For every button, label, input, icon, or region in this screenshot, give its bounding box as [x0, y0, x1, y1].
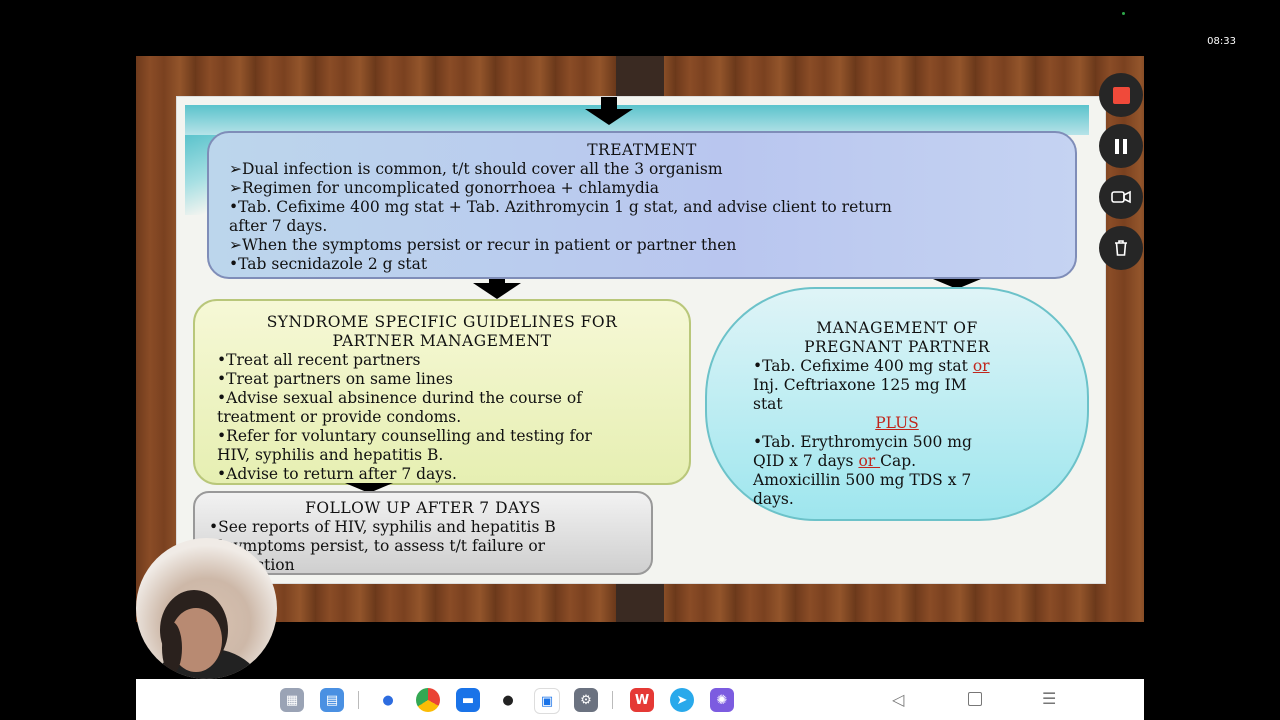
files-icon[interactable]: ▤	[320, 688, 344, 712]
followup-line: reinfection	[209, 556, 637, 575]
home-icon[interactable]	[968, 692, 982, 706]
treatment-line: ➢Dual infection is common, t/t should co…	[229, 160, 723, 178]
apps-grid-icon[interactable]: ▦	[280, 688, 304, 712]
wps-office-icon[interactable]: W	[630, 688, 654, 712]
treatment-line: after 7 days.	[229, 217, 328, 235]
syndrome-line: treatment or provide condoms.	[217, 408, 462, 426]
syndrome-title: PARTNER MANAGEMENT	[332, 332, 552, 350]
treatment-box: TREATMENT ➢Dual infection is common, t/t…	[207, 131, 1077, 279]
followup-title: FOLLOW UP AFTER 7 DAYS	[305, 499, 541, 517]
presenter-face	[150, 590, 262, 679]
pause-button[interactable]	[1099, 124, 1143, 168]
treatment-line: ➢When the symptoms persist or recur in p…	[229, 236, 737, 254]
presentation-slide: TREATMENT ➢Dual infection is common, t/t…	[176, 96, 1106, 584]
app-star-icon[interactable]: ✺	[710, 688, 734, 712]
plus-text: PLUS	[875, 414, 919, 432]
or-text: or	[858, 452, 881, 470]
arrow-top	[585, 109, 633, 125]
pregnant-line: days.	[753, 490, 794, 508]
syndrome-title: SYNDROME SPECIFIC GUIDELINES FOR	[266, 313, 618, 331]
menu-icon[interactable]: ☰	[1042, 689, 1056, 708]
delete-button[interactable]	[1099, 226, 1143, 270]
status-indicator-dot	[1122, 12, 1125, 15]
pregnant-line: QID x 7 days or Cap.	[753, 452, 917, 470]
post-bottom	[616, 578, 664, 622]
taskbar: ▦ ▤ ● ▬ ● ▣ ⚙ W ➤ ✺ ◁ ☰	[136, 679, 1144, 720]
treatment-title: TREATMENT	[587, 141, 697, 159]
arrow-stem-top	[601, 97, 617, 109]
syndrome-line: •Treat all recent partners	[217, 351, 421, 369]
chrome-icon[interactable]	[416, 688, 440, 712]
camera-switch-icon	[1111, 190, 1131, 204]
clock: 08:33	[1207, 36, 1236, 47]
telegram-icon[interactable]: ➤	[670, 688, 694, 712]
pregnant-line: Amoxicillin 500 mg TDS x 7	[753, 471, 972, 489]
arrow-left	[473, 283, 521, 299]
followup-line: •See reports of HIV, syphilis and hepati…	[209, 518, 556, 536]
treatment-line: ➢Regimen for uncomplicated gonorrhoea + …	[229, 179, 659, 197]
webcam-overlay[interactable]	[136, 538, 277, 679]
gallery-icon[interactable]: ▬	[456, 688, 480, 712]
syndrome-line: •Advise sexual absinence durind the cour…	[217, 389, 582, 407]
syndrome-line: HIV, syphilis and hepatitis B.	[217, 446, 444, 464]
stop-recording-button[interactable]	[1099, 73, 1143, 117]
pregnant-line: •Tab. Erythromycin 500 mg	[753, 433, 972, 451]
syndrome-line: •Treat partners on same lines	[217, 370, 453, 388]
followup-line: If symptoms persist, to assess t/t failu…	[209, 537, 546, 555]
treatment-line: •Tab. Cefixime 400 mg stat + Tab. Azithr…	[229, 198, 892, 216]
syndrome-line: •Advise to return after 7 days.	[217, 465, 457, 483]
back-icon[interactable]: ◁	[892, 690, 904, 709]
trash-icon	[1115, 240, 1127, 256]
pregnant-title: MANAGEMENT OF	[816, 319, 978, 337]
stop-icon	[1112, 86, 1130, 104]
pregnant-title: PREGNANT PARTNER	[804, 338, 990, 356]
syndrome-guidelines-box: SYNDROME SPECIFIC GUIDELINES FOR PARTNER…	[193, 299, 691, 485]
pregnant-line: •Tab. Cefixime 400 mg stat or	[753, 357, 990, 375]
taskbar-divider	[612, 691, 613, 709]
pregnant-line: Inj. Ceftriaxone 125 mg IM	[753, 376, 967, 394]
taskbar-divider	[358, 691, 359, 709]
messages-icon[interactable]: ●	[376, 688, 400, 712]
camera-icon[interactable]: ●	[496, 688, 520, 712]
followup-box: FOLLOW UP AFTER 7 DAYS •See reports of H…	[193, 491, 653, 575]
camera-toggle-button[interactable]	[1099, 175, 1143, 219]
pregnant-line: stat	[753, 395, 783, 413]
pause-icon	[1115, 138, 1127, 154]
settings-icon[interactable]: ⚙	[574, 688, 598, 712]
treatment-line: •Tab secnidazole 2 g stat	[229, 255, 428, 273]
or-text: or	[972, 357, 990, 375]
calendar-icon[interactable]: ▣	[534, 688, 560, 714]
syndrome-line: •Refer for voluntary counselling and tes…	[217, 427, 592, 445]
pregnant-partner-box: MANAGEMENT OF PREGNANT PARTNER •Tab. Cef…	[705, 287, 1089, 521]
